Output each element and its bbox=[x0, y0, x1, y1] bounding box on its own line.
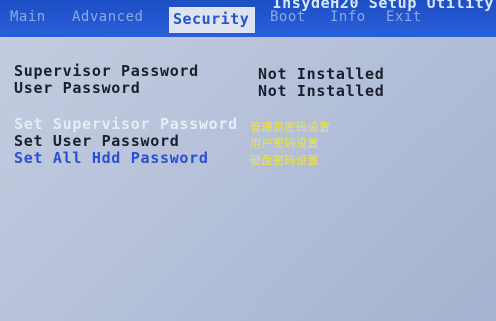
user-password-label: User Password bbox=[14, 79, 141, 97]
tab-exit[interactable]: Exit bbox=[386, 9, 422, 25]
security-panel: Supervisor Password Not Installed User P… bbox=[0, 34, 496, 321]
bios-setup-screen: InsydeH20 Setup Utility Main Advanced Se… bbox=[0, 0, 496, 321]
set-all-hdd-password-item[interactable]: Set All Hdd Password bbox=[14, 149, 209, 167]
set-supervisor-password-item[interactable]: Set Supervisor Password bbox=[14, 115, 238, 133]
tab-main[interactable]: Main bbox=[10, 9, 46, 25]
user-password-status: Not Installed bbox=[258, 82, 385, 100]
set-all-hdd-annotation: 硬盘密码设置 bbox=[250, 154, 319, 167]
supervisor-password-status: Not Installed bbox=[258, 65, 385, 83]
menu-bar: InsydeH20 Setup Utility Main Advanced Se… bbox=[0, 0, 496, 34]
supervisor-password-label: Supervisor Password bbox=[14, 62, 199, 80]
set-user-password-item[interactable]: Set User Password bbox=[14, 132, 179, 150]
tab-advanced[interactable]: Advanced bbox=[72, 9, 143, 25]
set-user-annotation: 用户密码设置 bbox=[250, 137, 319, 150]
tab-boot[interactable]: Boot bbox=[270, 9, 306, 25]
tab-info[interactable]: Info bbox=[330, 9, 366, 25]
tab-security[interactable]: Security bbox=[169, 7, 256, 33]
set-supervisor-annotation: 管理员密码设置 bbox=[250, 121, 331, 134]
